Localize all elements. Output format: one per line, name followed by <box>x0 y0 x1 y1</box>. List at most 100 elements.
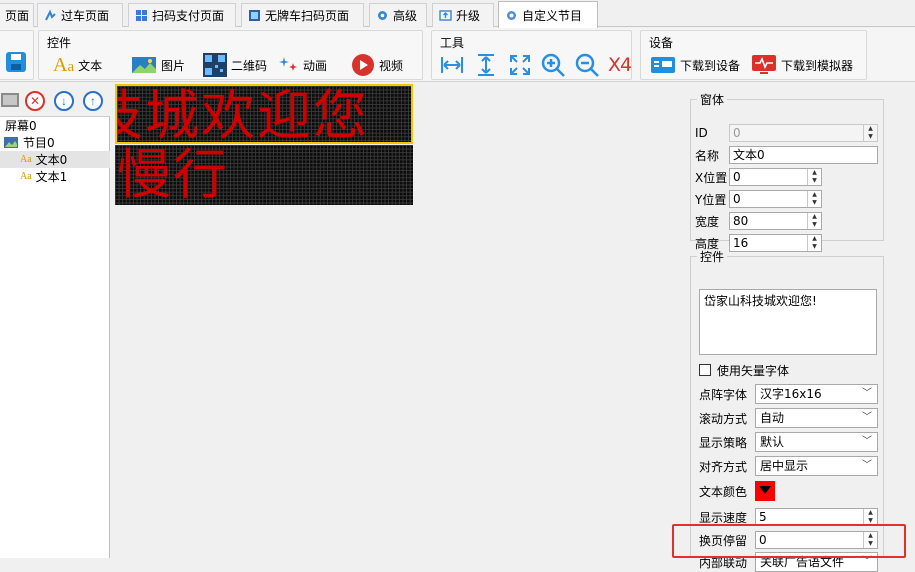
arrow-down-icon: ↓ <box>61 94 67 108</box>
control-properties-group: 控件 岱家山科技城欢迎您! 使用矢量字体 点阵字体 汉字16x16 ﹀ 滚动方式 … <box>690 248 884 572</box>
field-value: 80 <box>733 214 749 228</box>
prop-row-x: X位置 0 ▲ ▼ <box>695 168 822 186</box>
monitor-icon <box>752 55 776 74</box>
tree-node-text-0[interactable]: Aa 文本0 <box>0 151 110 168</box>
tab-label: 无牌车扫码页面 <box>265 9 350 23</box>
tree-node-screen[interactable]: 屏幕0 <box>0 117 110 134</box>
download-to-simulator-button[interactable]: 下载到模拟器 <box>751 51 853 79</box>
move-up-button[interactable]: ↑ <box>83 91 103 111</box>
program-tree: 屏幕0 节目0 Aa 文本0 Aa 文本1 <box>0 117 110 185</box>
prop-row-name: 名称 文本0 <box>695 146 878 164</box>
prop-row-color: 文本颜色 <box>699 481 775 501</box>
ribbon-toolbar: 控件 Aa 文本 图片 二维码 动画 视频 工具 X4 设备 下载到设备 下载到… <box>0 28 915 82</box>
group-title: 设备 <box>649 36 674 50</box>
save-button[interactable] <box>5 51 27 73</box>
text-color-picker[interactable] <box>755 481 775 501</box>
x-position-field[interactable]: 0 ▲ ▼ <box>729 168 822 186</box>
tab-unlicensed-scan[interactable]: 无牌车扫码页面 <box>241 3 364 27</box>
add-image-button[interactable]: 图片 <box>131 51 185 79</box>
scroll-mode-select[interactable]: 自动 ﹀ <box>755 408 878 428</box>
text-content-input[interactable]: 岱家山科技城欢迎您! <box>699 289 877 355</box>
fit-height-button[interactable] <box>474 51 498 79</box>
group-title: 控件 <box>47 36 72 50</box>
spin-arrows[interactable]: ▲ ▼ <box>807 213 821 229</box>
tab-custom-program[interactable]: 自定义节目 <box>498 1 598 28</box>
select-value: 默认 <box>760 435 785 449</box>
name-field[interactable]: 文本0 <box>729 146 878 164</box>
tab-scan-pay[interactable]: 扫码支付页面 <box>128 3 236 27</box>
y-position-field[interactable]: 0 ▲ ▼ <box>729 190 822 208</box>
checkbox-label: 使用矢量字体 <box>717 363 790 378</box>
led-text-area-0[interactable]: 技城欢迎您 <box>115 84 413 144</box>
group-title: 控件 <box>700 250 725 264</box>
zoom-out-icon <box>575 53 599 77</box>
add-qrcode-button[interactable]: 二维码 <box>203 51 267 79</box>
close-icon: ✕ <box>29 94 41 108</box>
fit-width-button[interactable] <box>440 51 464 79</box>
tree-label: 节目0 <box>23 136 55 150</box>
chevron-down-icon: ﹀ <box>862 436 872 447</box>
move-down-button[interactable]: ↓ <box>54 91 74 111</box>
settings-icon <box>507 10 516 20</box>
button-label: 文本 <box>78 58 103 73</box>
spin-arrows[interactable]: ▲ ▼ <box>863 509 877 525</box>
alignment-select[interactable]: 居中显示 ﹀ <box>755 456 878 476</box>
fullscreen-button[interactable] <box>508 51 532 79</box>
display-strategy-select[interactable]: 默认 ﹀ <box>755 432 878 452</box>
gear-icon <box>378 11 387 20</box>
field-value: 0 <box>733 126 741 140</box>
sparkle-icon <box>279 57 297 71</box>
button-label: 下载到模拟器 <box>781 58 854 73</box>
picture-icon <box>132 57 156 73</box>
led-text-area-1[interactable]: 慢行 <box>115 145 413 205</box>
button-label: 动画 <box>303 58 328 73</box>
tree-node-program[interactable]: 节目0 <box>0 134 110 151</box>
tab-advanced[interactable]: 高级 <box>369 3 427 27</box>
field-value: 5 <box>759 510 767 524</box>
spin-arrows[interactable]: ▲ ▼ <box>807 169 821 185</box>
text-icon: Aa <box>20 154 32 165</box>
vector-font-checkbox[interactable] <box>699 364 711 376</box>
download-to-device-button[interactable]: 下载到设备 <box>650 51 740 79</box>
tab-upgrade[interactable]: 升级 <box>432 3 494 27</box>
tree-toolbar: ✕ ↓ ↑ <box>0 83 110 117</box>
save-icon <box>6 52 26 72</box>
controls-group: 控件 Aa 文本 图片 二维码 动画 视频 <box>38 30 423 80</box>
color-dropdown-icon <box>759 486 771 494</box>
prop-label: 点阵字体 <box>699 387 748 402</box>
window-properties-group: 窗体 ID 0 ▲ ▼ 名称 文本0 X位置 0 ▲ ▼ Y位置 0 ▲ ▼ 宽… <box>690 91 884 252</box>
expand-icon <box>510 55 530 75</box>
screen-thumbnail-icon[interactable] <box>0 90 20 110</box>
group-title: 工具 <box>440 36 465 50</box>
zoom-in-button[interactable] <box>540 51 566 79</box>
width-field[interactable]: 80 ▲ ▼ <box>729 212 822 230</box>
prop-label: 滚动方式 <box>699 411 748 426</box>
tree-node-text-1[interactable]: Aa 文本1 <box>0 168 110 185</box>
chevron-down-icon: ﹀ <box>862 412 872 423</box>
upgrade-icon <box>439 10 452 21</box>
tab-page[interactable]: 页面 <box>0 3 34 27</box>
add-animation-button[interactable]: 动画 <box>279 51 327 79</box>
zoom-x4-button[interactable]: X4 <box>608 51 632 79</box>
prop-label: X位置 <box>695 170 728 185</box>
spin-arrows[interactable]: ▲ ▼ <box>807 191 821 207</box>
add-video-button[interactable]: 视频 <box>351 51 403 79</box>
zoom-in-icon <box>541 53 565 77</box>
delete-button[interactable]: ✕ <box>25 91 45 111</box>
prop-row-y: Y位置 0 ▲ ▼ <box>695 190 822 208</box>
spin-arrows: ▲ ▼ <box>863 125 877 141</box>
led-text-line-2: 慢行 <box>117 145 229 205</box>
dot-font-select[interactable]: 汉字16x16 ﹀ <box>755 384 878 404</box>
add-text-button[interactable]: Aa 文本 <box>53 51 102 79</box>
zoom-out-button[interactable] <box>574 51 600 79</box>
highlight-annotation <box>672 524 906 558</box>
prop-row-width: 宽度 80 ▲ ▼ <box>695 212 822 230</box>
prop-label: 名称 <box>695 148 720 163</box>
led-canvas-area[interactable]: 技城欢迎您 慢行 <box>111 83 675 558</box>
button-label: 二维码 <box>231 58 268 73</box>
tab-pass-car[interactable]: 过车页面 <box>37 3 123 27</box>
vector-font-checkbox-row[interactable]: 使用矢量字体 <box>699 361 789 379</box>
group-title: 窗体 <box>700 93 725 107</box>
image-icon <box>249 10 260 21</box>
grid-icon <box>136 10 147 21</box>
